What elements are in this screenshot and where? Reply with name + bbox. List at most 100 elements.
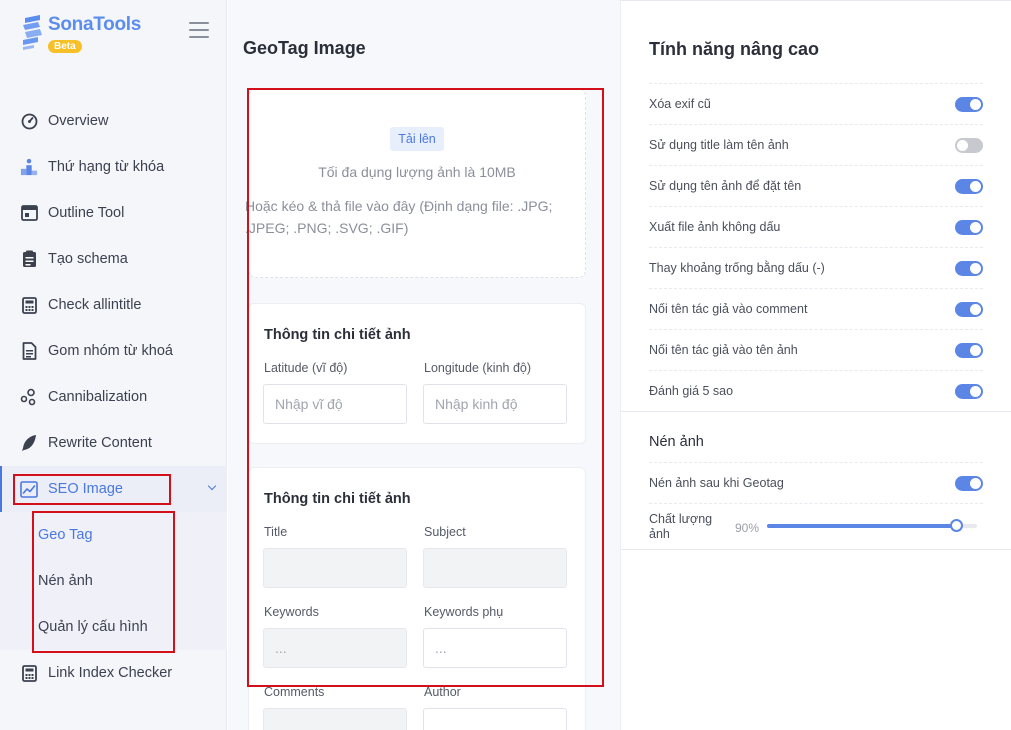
sidebar-subitem-config[interactable]: Quản lý cấu hình (0, 604, 227, 650)
option-label: Xuất file ảnh không dấu (649, 220, 781, 234)
sidebar-item-label: Overview (48, 113, 109, 129)
option-toggle[interactable] (955, 137, 983, 153)
keywords-input[interactable] (263, 628, 407, 668)
sidebar-subitem-geo-tag[interactable]: Geo Tag (0, 512, 227, 558)
option-label: Xóa exif cũ (649, 97, 711, 111)
beta-badge: Beta (48, 40, 82, 53)
molecule-icon (20, 388, 38, 406)
sidebar-item-overview[interactable]: Overview (0, 98, 227, 144)
podium-icon (20, 158, 38, 176)
sidebar-item-label: Link Index Checker (48, 665, 173, 681)
option-toggle[interactable] (955, 178, 983, 194)
menu-toggle-icon[interactable] (189, 22, 209, 38)
keywords-sub-label: Keywords phụ (424, 605, 504, 619)
compress-after-geotag-toggle[interactable] (955, 475, 983, 491)
option-row: Sử dụng title làm tên ảnh (649, 124, 983, 165)
window-icon (20, 204, 38, 222)
quality-value: 90% (735, 521, 760, 535)
quality-slider-handle[interactable] (950, 519, 963, 532)
section-divider (621, 411, 1011, 412)
sidebar-item-cannibalization[interactable]: Cannibalization (0, 374, 227, 420)
card-title: Thông tin chi tiết ảnh (264, 491, 411, 507)
title-input[interactable] (263, 548, 407, 588)
sidebar-item-outline-tool[interactable]: Outline Tool (0, 190, 227, 236)
option-row: Xóa exif cũ (649, 83, 983, 124)
option-label: Nối tên tác giả vào tên ảnh (649, 343, 798, 357)
option-row: Thay khoảng trống bằng dấu (-) (649, 247, 983, 288)
option-row: Sử dụng tên ảnh để đặt tên (649, 165, 983, 206)
brand-name: SonaTools (48, 14, 142, 35)
option-toggle[interactable] (955, 219, 983, 235)
sidebar-item-keyword-ranking[interactable]: Thứ hạng từ khóa (0, 144, 227, 190)
sidebar-item-link-index-checker[interactable]: Link Index Checker (0, 650, 227, 696)
title-label: Title (264, 525, 288, 539)
seo-image-submenu: Geo Tag Nén ảnh Quản lý cấu hình (0, 512, 227, 650)
option-toggle[interactable] (955, 96, 983, 112)
chevron-down-icon (207, 481, 217, 491)
compress-title: Nén ảnh (649, 434, 704, 450)
author-label: Author (424, 685, 461, 699)
chart-image-icon (20, 480, 38, 498)
sidebar-item-check-allintitle[interactable]: Check allintitle (0, 282, 227, 328)
subject-input[interactable] (423, 548, 567, 588)
quality-slider-fill (767, 524, 956, 528)
option-row-compress-after-geotag: Nén ảnh sau khi Geotag (649, 462, 983, 503)
logo[interactable]: SonaTools Beta (20, 14, 141, 54)
page-title: GeoTag Image (243, 38, 366, 58)
comments-label: Comments (264, 685, 325, 699)
option-toggle[interactable] (955, 260, 983, 276)
quality-slider[interactable] (767, 519, 977, 532)
sidebar-nav: Overview Thứ hạng từ khóa Outline Tool T… (0, 98, 227, 696)
logo-mark-icon (20, 14, 44, 54)
option-label: Nối tên tác giả vào comment (649, 302, 808, 316)
option-toggle[interactable] (955, 342, 983, 358)
option-label: Nén ảnh sau khi Geotag (649, 476, 784, 490)
gauge-icon (20, 112, 38, 130)
geotag-panel: GeoTag Image Tải lên Tối đa dụng lượng ả… (228, 0, 620, 730)
longitude-input[interactable] (423, 384, 567, 424)
clipboard-icon (20, 250, 38, 268)
subject-label: Subject (424, 525, 466, 539)
option-row: Xuất file ảnh không dấu (649, 206, 983, 247)
location-card: Thông tin chi tiết ảnh Latitude (vĩ độ) … (248, 303, 586, 444)
option-row: Nối tên tác giả vào comment (649, 288, 983, 329)
latitude-label: Latitude (vĩ độ) (264, 361, 348, 375)
sidebar-item-label: Cannibalization (48, 389, 148, 405)
keywords-label: Keywords (264, 605, 319, 619)
option-label: Sử dụng tên ảnh để đặt tên (649, 179, 802, 193)
keywords-sub-input[interactable] (423, 628, 567, 668)
option-label: Thay khoảng trống bằng dấu (-) (649, 261, 825, 275)
feather-icon (20, 434, 38, 452)
sidebar-item-label: SEO Image (48, 481, 123, 497)
sidebar-item-label: Check allintitle (48, 297, 142, 313)
upload-button[interactable]: Tải lên (390, 127, 444, 151)
comments-input[interactable] (263, 708, 407, 730)
option-toggle[interactable] (955, 301, 983, 317)
sidebar-item-label: Outline Tool (48, 205, 125, 221)
details-card: Thông tin chi tiết ảnh Title Subject Key… (248, 467, 586, 730)
sidebar-item-label: Gom nhóm từ khoá (48, 343, 173, 359)
longitude-label: Longitude (kinh độ) (424, 361, 532, 375)
upload-hint-text: Hoặc kéo & thả file vào đây (Định dạng f… (245, 198, 553, 236)
calculator-icon (20, 296, 38, 314)
latitude-input[interactable] (263, 384, 407, 424)
option-label: Sử dụng title làm tên ảnh (649, 138, 789, 152)
sidebar-item-rewrite-content[interactable]: Rewrite Content (0, 420, 227, 466)
quality-row: Chất lượng ảnh 90% (649, 503, 983, 549)
card-title: Thông tin chi tiết ảnh (264, 327, 411, 343)
upload-dropzone[interactable]: Tải lên Tối đa dụng lượng ảnh là 10MB Ho… (245, 88, 586, 278)
upload-limit-text: Tối đa dụng lượng ảnh là 10MB (318, 164, 516, 180)
sidebar-item-label: Thứ hạng từ khóa (48, 159, 165, 175)
sidebar: SonaTools Beta Overview Thứ hạng từ khóa… (0, 0, 227, 730)
sidebar-item-label: Tạo schema (48, 251, 128, 267)
sidebar-item-seo-image[interactable]: SEO Image (0, 466, 227, 512)
sidebar-item-keyword-grouping[interactable]: Gom nhóm từ khoá (0, 328, 227, 374)
sidebar-item-schema[interactable]: Tạo schema (0, 236, 227, 282)
quality-label: Chất lượng ảnh (649, 512, 713, 541)
option-toggle[interactable] (955, 383, 983, 399)
option-row: Nối tên tác giả vào tên ảnh (649, 329, 983, 370)
option-label: Đánh giá 5 sao (649, 384, 734, 398)
author-input[interactable] (423, 708, 567, 730)
section-divider (621, 549, 1011, 550)
sidebar-subitem-compress[interactable]: Nén ảnh (0, 558, 227, 604)
